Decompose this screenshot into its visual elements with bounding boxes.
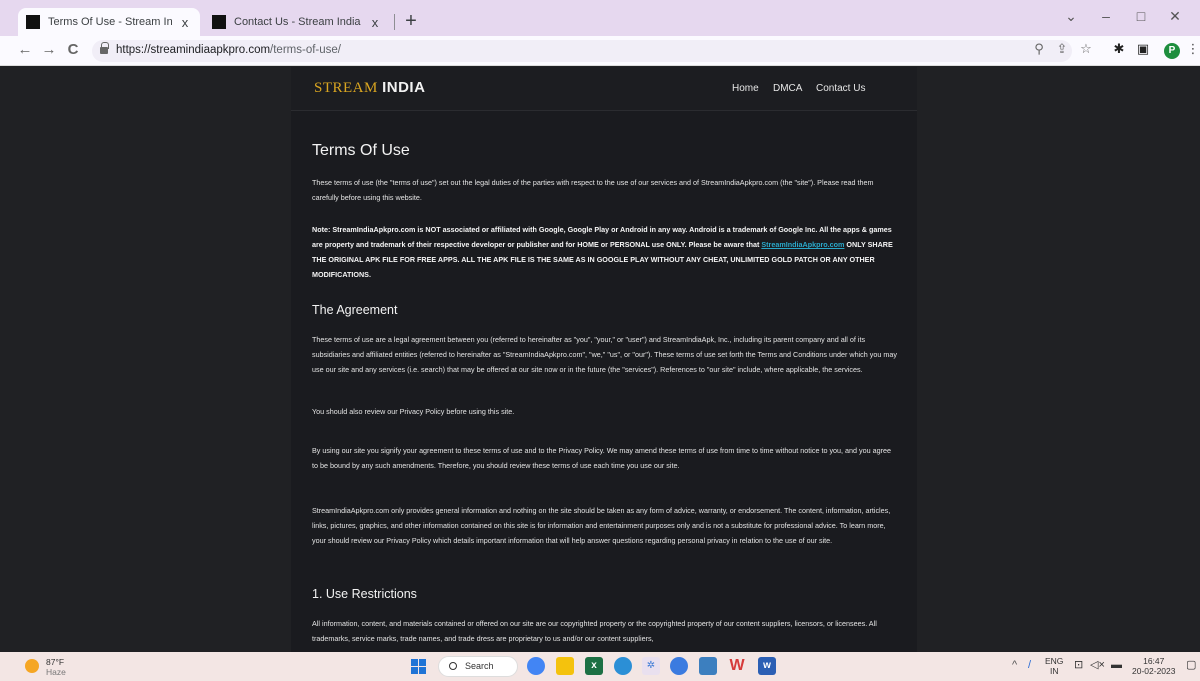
star-icon[interactable]: ☆ — [1077, 41, 1095, 57]
tab-title: Terms Of Use - Stream India Apk — [48, 16, 172, 28]
network-icon[interactable]: ⊡ — [1074, 660, 1083, 671]
notification-icon[interactable]: ▢ — [1186, 660, 1196, 671]
tab-terms-of-use[interactable]: Terms Of Use - Stream India Apk x — [18, 8, 200, 36]
restrictions-paragraph: All information, content, and materials … — [312, 619, 877, 643]
weather-sun-icon[interactable] — [25, 659, 39, 673]
site-favicon-icon — [212, 15, 226, 29]
forward-button[interactable]: → — [40, 41, 58, 58]
weather-widget[interactable]: 87°F Haze — [46, 657, 66, 677]
file-explorer-icon[interactable] — [556, 657, 574, 675]
heading-agreement: The Agreement — [312, 303, 398, 317]
pen-icon[interactable]: / — [1028, 660, 1031, 671]
url-text[interactable]: https://streamindiaapkpro.com/terms-of-u… — [116, 44, 341, 56]
privacy-paragraph: You should also review our Privacy Polic… — [312, 407, 515, 416]
profile-avatar[interactable]: P — [1164, 43, 1180, 59]
site-favicon-icon — [26, 15, 40, 29]
volume-icon[interactable]: ◁× — [1090, 660, 1105, 671]
browser-tab-bar: Terms Of Use - Stream India Apk x Contac… — [0, 0, 1200, 36]
tab-divider — [394, 14, 395, 30]
close-window-button[interactable]: ✕ — [1164, 8, 1186, 25]
note-paragraph: Note: StreamIndiaApkpro.com is NOT assoc… — [312, 225, 893, 279]
word-icon[interactable]: w — [758, 657, 776, 675]
menu-icon[interactable]: ⋮ — [1184, 41, 1200, 57]
nav-dmca-link[interactable]: DMCA — [773, 83, 802, 94]
tab-close-icon[interactable]: x — [178, 15, 192, 30]
heading-use-restrictions: 1. Use Restrictions — [312, 587, 417, 601]
language-indicator[interactable]: ENG IN — [1045, 656, 1063, 676]
intro-paragraph: These terms of use (the "terms of use") … — [312, 178, 874, 202]
site-container: STREAM INDIA Home DMCA Contact Us Terms … — [291, 67, 917, 652]
nav-contact-link[interactable]: Contact Us — [816, 83, 865, 94]
site-logo[interactable]: STREAM INDIA — [314, 79, 425, 97]
lock-icon[interactable] — [100, 42, 109, 55]
start-button[interactable] — [411, 659, 426, 674]
sidepanel-icon[interactable]: ▣ — [1134, 41, 1152, 57]
minimize-button[interactable]: – — [1095, 8, 1117, 24]
maximize-button[interactable]: □ — [1130, 8, 1152, 24]
chevron-up-icon[interactable]: ^ — [1012, 660, 1017, 671]
site-header: STREAM INDIA Home DMCA Contact Us — [291, 67, 917, 111]
reload-button[interactable]: C — [64, 41, 82, 58]
settings-icon[interactable]: ✲ — [642, 657, 660, 675]
wps-icon[interactable]: W — [728, 657, 746, 675]
information-paragraph: StreamIndiaApkpro.com only provides gene… — [312, 506, 891, 545]
search-icon — [449, 662, 457, 670]
extensions-icon[interactable]: ✱ — [1110, 41, 1128, 57]
using-paragraph: By using our site you signify your agree… — [312, 446, 892, 470]
tab-search-icon[interactable]: ⌄ — [1060, 8, 1082, 25]
excel-icon[interactable]: x — [585, 657, 603, 675]
browser-toolbar: ← → C https://streamindiaapkpro.com/term… — [0, 36, 1200, 66]
site-link[interactable]: StreamIndiaApkpro.com — [761, 240, 844, 249]
chrome-dev-icon[interactable] — [670, 657, 688, 675]
tab-close-icon[interactable]: x — [368, 15, 382, 30]
back-button[interactable]: ← — [16, 41, 34, 58]
page-title: Terms Of Use — [312, 142, 410, 159]
edge-icon[interactable] — [614, 657, 632, 675]
share-icon[interactable]: ⇪ — [1053, 41, 1071, 57]
battery-icon[interactable]: ▬ — [1111, 660, 1122, 671]
windows-taskbar: 87°F Haze Search x ✲ W w ^ / ENG IN ⊡ ◁×… — [0, 652, 1200, 681]
zoom-icon[interactable]: ⚲ — [1030, 41, 1048, 57]
web-page: STREAM INDIA Home DMCA Contact Us Terms … — [0, 67, 1200, 652]
nav-home-link[interactable]: Home — [732, 83, 759, 94]
clock[interactable]: 16:47 20-02-2023 — [1132, 656, 1175, 676]
tab-title: Contact Us - Stream India Apk Do — [234, 16, 362, 28]
taskbar-search[interactable]: Search — [438, 656, 518, 677]
address-bar[interactable]: https://streamindiaapkpro.com/terms-of-u… — [92, 40, 1072, 62]
agreement-paragraph: These terms of use are a legal agreement… — [312, 335, 897, 374]
photos-icon[interactable] — [699, 657, 717, 675]
tab-contact-us[interactable]: Contact Us - Stream India Apk Do x — [204, 8, 390, 36]
new-tab-button[interactable]: + — [400, 10, 422, 32]
chrome-icon[interactable] — [527, 657, 545, 675]
